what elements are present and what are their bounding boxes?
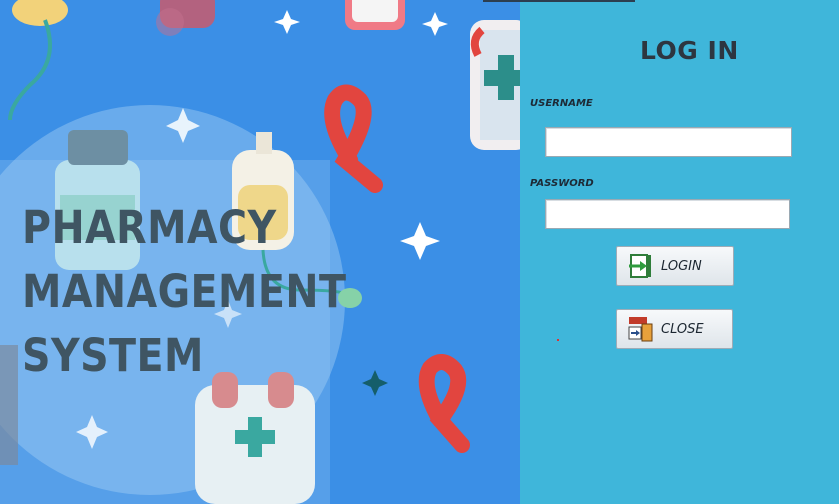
login-heading: LOG IN [640,36,739,65]
login-door-arrow-icon [627,252,655,280]
login-button[interactable]: LOGIN [616,246,734,286]
title-line-2: MANAGEMENT [22,265,347,318]
app-title: PHARMACY MANAGEMENT SYSTEM [22,196,346,388]
password-input[interactable] [545,199,790,229]
close-button-label: CLOSE [661,321,704,337]
stray-pixel [557,339,559,341]
username-input[interactable] [545,127,792,157]
top-divider [483,0,635,2]
password-label: PASSWORD [530,178,594,189]
username-label: USERNAME [530,98,593,109]
title-line-1: PHARMACY [22,201,277,254]
close-button[interactable]: CLOSE [616,309,733,349]
banner-artwork: PHARMACY MANAGEMENT SYSTEM [0,0,520,504]
login-button-label: LOGIN [661,258,702,274]
title-line-3: SYSTEM [22,329,204,382]
exit-door-icon [627,315,655,343]
